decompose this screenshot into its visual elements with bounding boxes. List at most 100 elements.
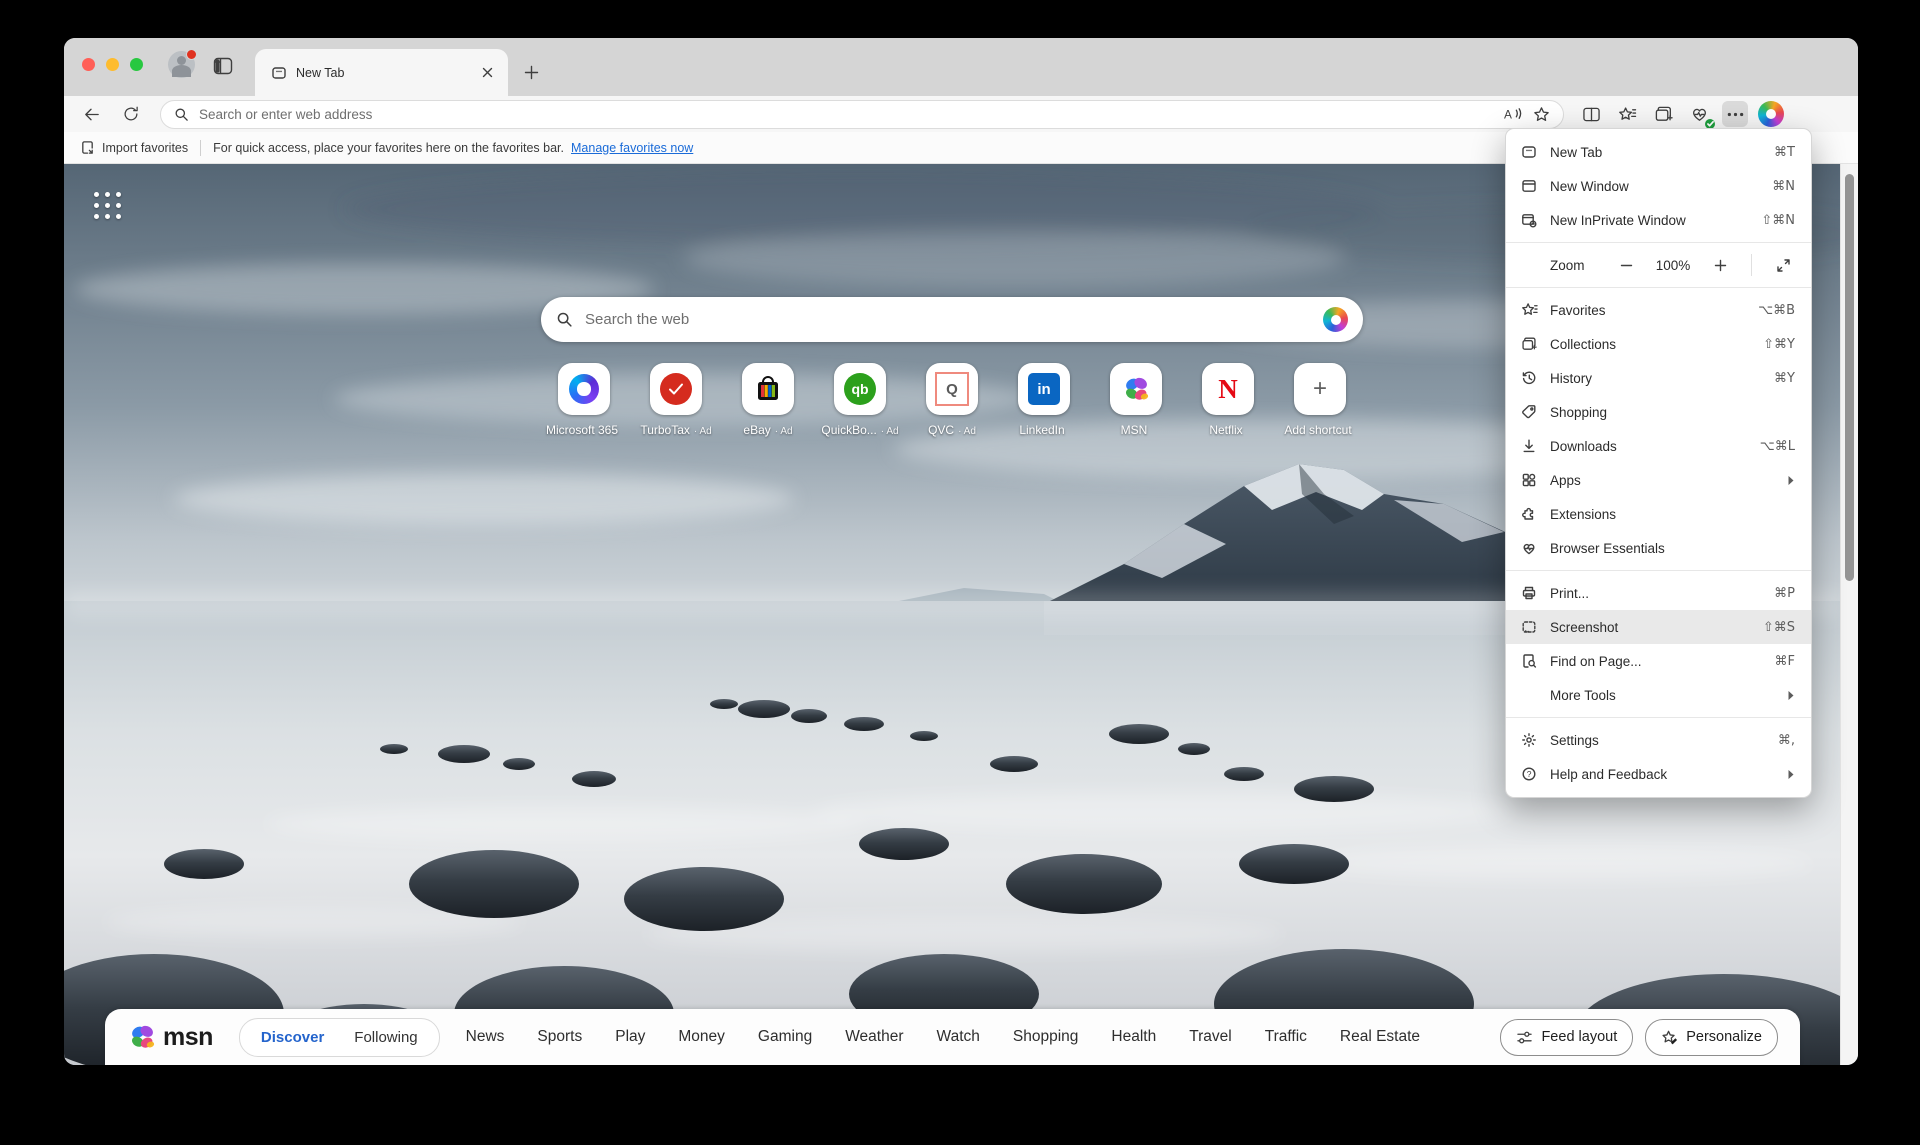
divider [200,140,201,156]
tab-close-button[interactable] [478,64,496,82]
menu-item-shopping[interactable]: Shopping [1506,395,1811,429]
menu-item-apps[interactable]: Apps [1506,463,1811,497]
menu-item-collections[interactable]: Collections ⇧⌘Y [1506,327,1811,361]
avatar-head [177,56,186,65]
personalize-button[interactable]: Personalize [1645,1019,1778,1056]
app-launcher-button[interactable] [94,192,121,219]
feed-nav-links: News Sports Play Money Gaming Weather Wa… [466,1028,1420,1046]
add-shortcut-button[interactable]: + Add shortcut [1294,363,1346,437]
nav-news[interactable]: News [466,1028,505,1046]
scrollbar-track[interactable] [1840,164,1858,1065]
minimize-window-button[interactable] [106,58,119,71]
nav-watch[interactable]: Watch [937,1028,980,1046]
tab-discover[interactable]: Discover [246,1029,339,1046]
quickbooks-icon: qb [844,373,876,405]
favorites-button[interactable] [1614,101,1640,127]
zoom-icon-spacer [1520,256,1538,274]
split-screen-button[interactable] [1578,101,1604,127]
submenu-arrow-icon [1787,769,1795,780]
close-window-button[interactable] [82,58,95,71]
desktop: New Tab [0,0,1920,1145]
browser-essentials-button[interactable] [1686,101,1712,127]
shortcut-quickbooks[interactable]: qb QuickBo...· Ad [834,363,886,437]
nav-weather[interactable]: Weather [845,1028,903,1046]
add-favorite-star-icon[interactable] [1533,106,1550,123]
nav-play[interactable]: Play [615,1028,645,1046]
shortcut-msn[interactable]: MSN [1110,363,1162,437]
feed-toggle: Discover Following [239,1018,440,1057]
address-placeholder: Search or enter web address [199,107,1494,122]
menu-item-history[interactable]: History ⌘Y [1506,361,1811,395]
inprivate-icon [1520,211,1538,229]
feed-layout-button[interactable]: Feed layout [1500,1019,1633,1056]
zoom-in-button[interactable] [1708,253,1732,277]
shortcut-ebay[interactable]: eBay· Ad [742,363,794,437]
shortcut-linkedin[interactable]: in LinkedIn [1018,363,1070,437]
shortcut-netflix[interactable]: N Netflix [1202,363,1254,437]
downloads-icon [1520,437,1538,455]
personalize-star-icon [1661,1029,1678,1046]
submenu-arrow-icon [1787,690,1795,701]
menu-item-new-window[interactable]: New Window ⌘N [1506,169,1811,203]
read-aloud-icon[interactable]: A [1504,106,1523,122]
help-icon: ? [1520,765,1538,783]
submenu-arrow-icon [1787,475,1795,486]
address-bar[interactable]: Search or enter web address A [160,100,1564,129]
tab-strip: New Tab [64,38,1858,96]
tab-new-tab[interactable]: New Tab [255,49,508,96]
collections-icon [1654,105,1673,123]
menu-item-favorites[interactable]: Favorites ⌥⌘B [1506,293,1811,327]
menu-item-new-tab[interactable]: New Tab ⌘T [1506,135,1811,169]
shortcut-turbotax[interactable]: TurboTax· Ad [650,363,702,437]
menu-item-help-and-feedback[interactable]: ? Help and Feedback [1506,757,1811,791]
menu-item-settings[interactable]: Settings ⌘, [1506,723,1811,757]
netflix-icon: N [1218,374,1238,405]
collections-button[interactable] [1650,101,1676,127]
menu-item-find-on-page[interactable]: Find on Page... ⌘F [1506,644,1811,678]
new-tab-button[interactable] [520,61,542,83]
fullscreen-button[interactable] [1771,253,1795,277]
more-tools-icon-spacer [1520,686,1538,704]
nav-traffic[interactable]: Traffic [1265,1028,1307,1046]
nav-money[interactable]: Money [678,1028,725,1046]
msn-logo[interactable]: msn [127,1022,213,1052]
back-button[interactable] [78,101,104,127]
ntp-search-box[interactable]: Search the web [541,297,1363,342]
msn-wordmark: msn [163,1023,213,1052]
nav-real-estate[interactable]: Real Estate [1340,1028,1420,1046]
nav-health[interactable]: Health [1111,1028,1156,1046]
nav-travel[interactable]: Travel [1189,1028,1232,1046]
more-menu-button[interactable] [1722,101,1748,127]
msn-butterfly-icon [127,1022,157,1052]
fullscreen-window-button[interactable] [130,58,143,71]
ntp-search-placeholder: Search the web [585,311,1311,328]
navigation-toolbar: Search or enter web address A [64,96,1858,132]
refresh-button[interactable] [118,101,144,127]
ellipsis-icon [1727,112,1744,117]
find-on-page-icon [1520,652,1538,670]
nav-gaming[interactable]: Gaming [758,1028,812,1046]
tab-following[interactable]: Following [339,1029,432,1046]
nav-shopping[interactable]: Shopping [1013,1028,1079,1046]
tab-preview-button[interactable] [212,55,234,77]
menu-item-browser-essentials[interactable]: Browser Essentials [1506,531,1811,565]
menu-item-extensions[interactable]: Extensions [1506,497,1811,531]
msn-feed-bar: msn Discover Following News Sports Play … [105,1009,1800,1065]
divider [1751,254,1752,276]
menu-item-new-inprivate-window[interactable]: New InPrivate Window ⇧⌘N [1506,203,1811,237]
copilot-button[interactable] [1758,101,1784,127]
import-favorites-button[interactable]: Import favorites [80,140,188,155]
menu-item-print[interactable]: Print... ⌘P [1506,576,1811,610]
scrollbar-thumb[interactable] [1845,174,1854,581]
menu-item-screenshot[interactable]: Screenshot ⇧⌘S [1506,610,1811,644]
manage-favorites-link[interactable]: Manage favorites now [571,141,693,155]
menu-item-downloads[interactable]: Downloads ⌥⌘L [1506,429,1811,463]
shortcut-microsoft-365[interactable]: Microsoft 365 [558,363,610,437]
menu-item-more-tools[interactable]: More Tools [1506,678,1811,712]
shortcut-qvc[interactable]: Q QVC· Ad [926,363,978,437]
zoom-out-button[interactable] [1614,253,1638,277]
edge-more-menu: New Tab ⌘T New Window ⌘N New InPrivate W… [1505,128,1812,798]
nav-sports[interactable]: Sports [537,1028,582,1046]
copilot-icon[interactable] [1323,307,1348,332]
profile-avatar[interactable] [168,51,195,78]
